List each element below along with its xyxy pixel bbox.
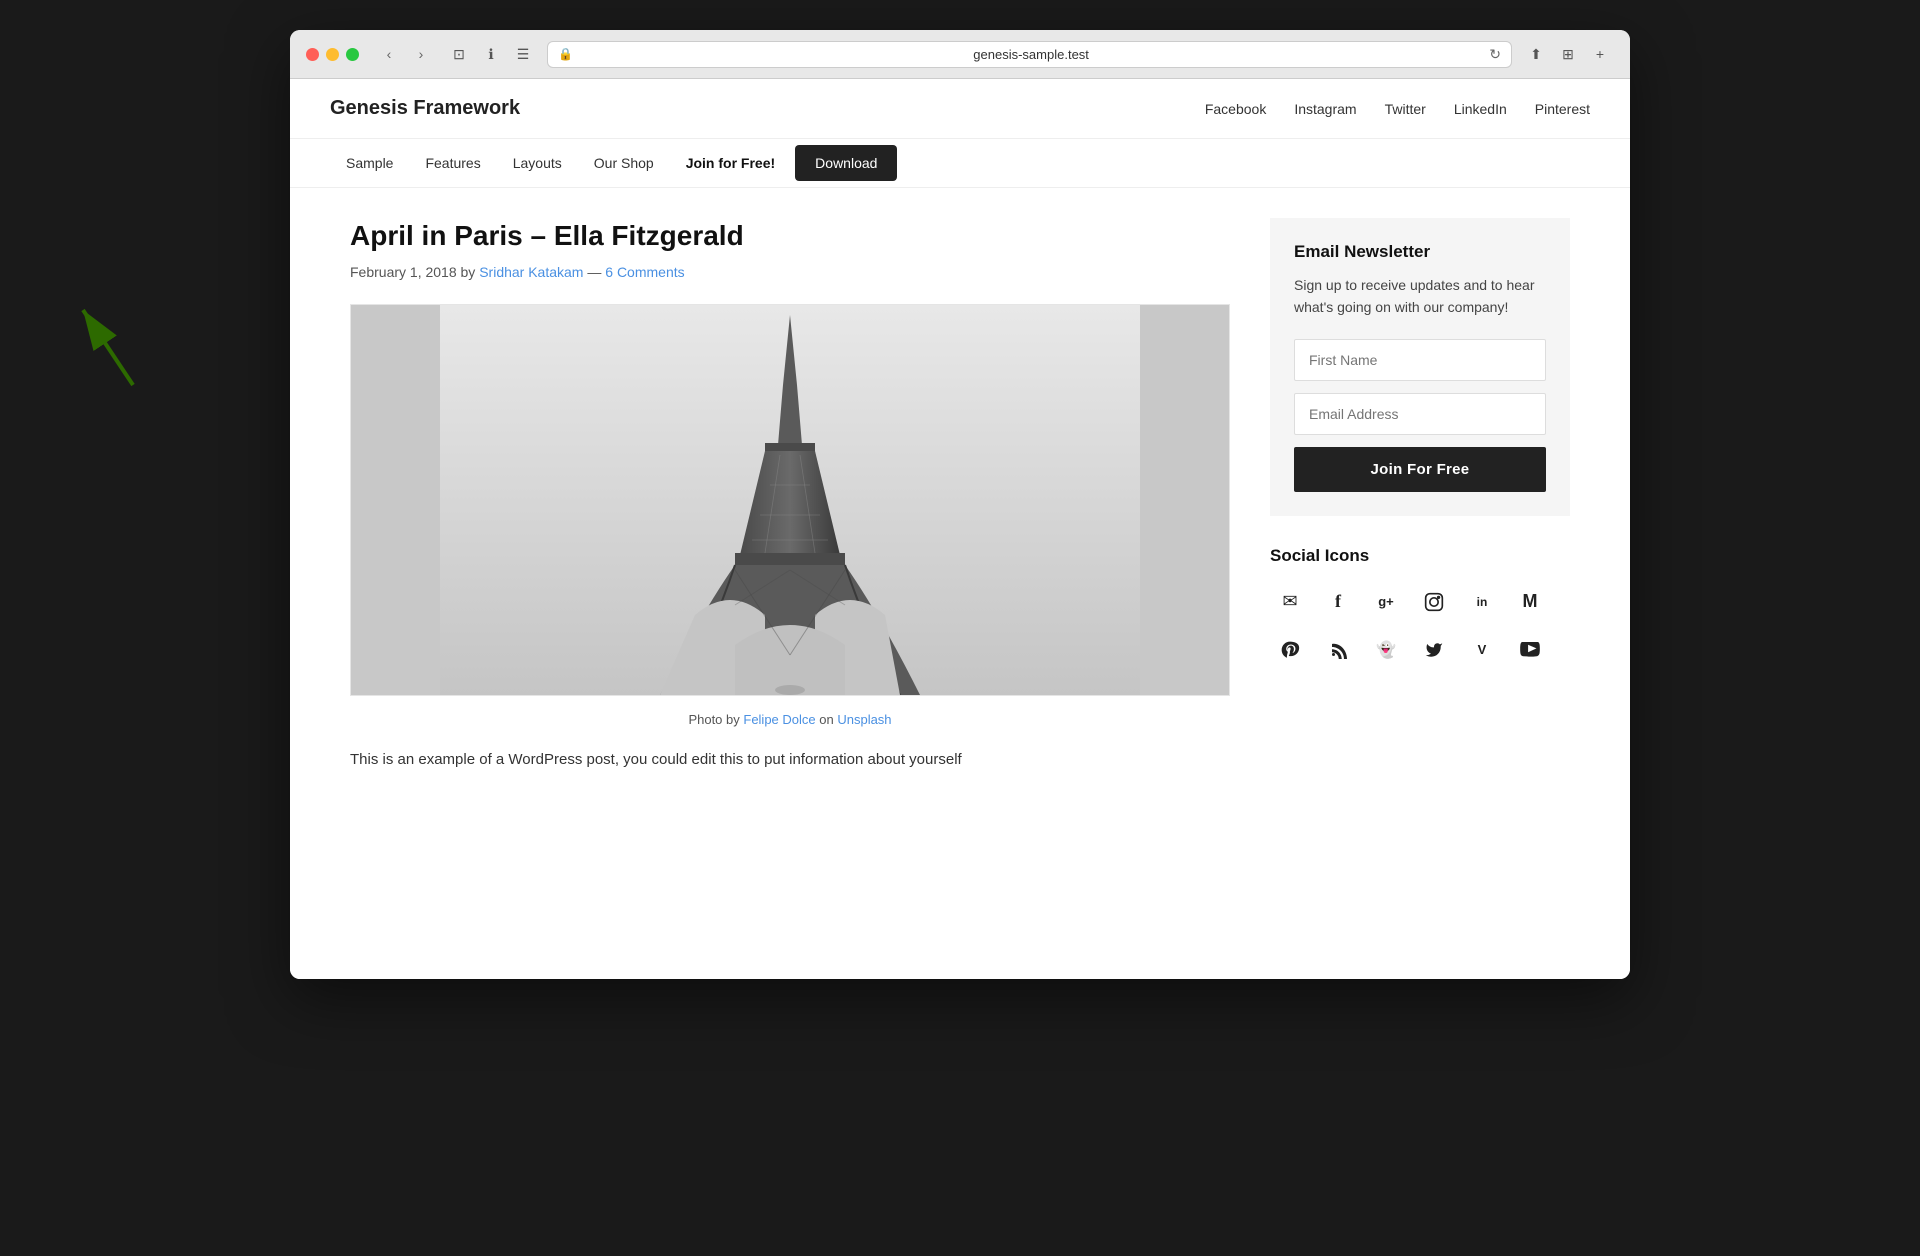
photo-caption-prefix: Photo by — [688, 712, 743, 727]
join-free-button[interactable]: Join For Free — [1294, 447, 1546, 492]
vimeo-social-icon[interactable]: V — [1462, 630, 1502, 670]
minimize-button[interactable] — [326, 48, 339, 61]
fullscreen-button[interactable] — [346, 48, 359, 61]
rss-social-icon[interactable] — [1318, 630, 1358, 670]
facebook-header-link[interactable]: Facebook — [1205, 101, 1266, 117]
main-wrapper: April in Paris – Ella Fitzgerald Februar… — [310, 188, 1610, 803]
primary-nav: Sample Features Layouts Our Shop Join fo… — [290, 139, 1630, 188]
download-nav-button[interactable]: Download — [795, 145, 897, 181]
unsplash-link[interactable]: Unsplash — [837, 712, 891, 727]
layouts-nav-link[interactable]: Layouts — [497, 139, 578, 187]
close-button[interactable] — [306, 48, 319, 61]
refresh-button[interactable]: ↻ — [1489, 46, 1501, 63]
share-button[interactable]: ⬆ — [1522, 40, 1550, 68]
email-input[interactable] — [1294, 393, 1546, 435]
newsletter-description: Sign up to receive updates and to hear w… — [1294, 274, 1546, 319]
reader-view-button[interactable]: ⊡ — [445, 40, 473, 68]
email-social-icon[interactable]: ✉ — [1270, 582, 1310, 622]
lock-icon: 🔒 — [558, 47, 573, 61]
main-content: April in Paris – Ella Fitzgerald Februar… — [350, 218, 1230, 773]
social-icons-row-1: ✉ f g+ in M — [1270, 582, 1570, 622]
photographer-link[interactable]: Felipe Dolce — [743, 712, 815, 727]
twitter-header-link[interactable]: Twitter — [1385, 101, 1426, 117]
browser-titlebar: ‹ › ⊡ ℹ ☰ 🔒 genesis-sample.test ↻ ⬆ ⊞ + — [290, 30, 1630, 79]
twitter-social-icon[interactable] — [1414, 630, 1454, 670]
site-content: Genesis Framework Facebook Instagram Twi… — [290, 79, 1630, 979]
first-name-input[interactable] — [1294, 339, 1546, 381]
linkedin-social-icon[interactable]: in — [1462, 582, 1502, 622]
post-separator: — — [587, 264, 605, 280]
instagram-header-link[interactable]: Instagram — [1294, 101, 1356, 117]
back-button[interactable]: ‹ — [375, 40, 403, 68]
arrow-annotation — [68, 295, 148, 400]
social-widget: Social Icons ✉ f g+ — [1270, 546, 1570, 670]
pinterest-social-icon[interactable] — [1270, 630, 1310, 670]
site-title: Genesis Framework — [330, 97, 520, 120]
newsletter-widget: Email Newsletter Sign up to receive upda… — [1270, 218, 1570, 516]
post-author-link[interactable]: Sridhar Katakam — [479, 264, 583, 280]
post-date: February 1, 2018 — [350, 264, 461, 280]
our-shop-nav-link[interactable]: Our Shop — [578, 139, 670, 187]
post-author-by: by — [461, 264, 480, 280]
features-nav-link[interactable]: Features — [409, 139, 496, 187]
nav-buttons: ‹ › — [375, 40, 435, 68]
info-button[interactable]: ℹ — [477, 40, 505, 68]
post-image-container — [350, 304, 1230, 696]
toolbar-icons: ⊡ ℹ ☰ — [445, 40, 537, 68]
forward-button[interactable]: › — [407, 40, 435, 68]
instagram-social-icon[interactable] — [1414, 582, 1454, 622]
medium-social-icon[interactable]: M — [1510, 582, 1550, 622]
join-free-nav-link[interactable]: Join for Free! — [670, 139, 791, 187]
post-excerpt: This is an example of a WordPress post, … — [350, 747, 1230, 773]
youtube-social-icon[interactable] — [1510, 630, 1550, 670]
tab-overview-button[interactable]: ⊞ — [1554, 40, 1582, 68]
social-widget-title: Social Icons — [1270, 546, 1570, 566]
linkedin-header-link[interactable]: LinkedIn — [1454, 101, 1507, 117]
sample-nav-link[interactable]: Sample — [330, 139, 409, 187]
newsletter-widget-title: Email Newsletter — [1294, 242, 1546, 262]
social-icons-grid: ✉ f g+ in M — [1270, 582, 1570, 670]
post-title: April in Paris – Ella Fitzgerald — [350, 218, 1230, 254]
browser-actions: ⬆ ⊞ + — [1522, 40, 1614, 68]
facebook-social-icon[interactable]: f — [1318, 582, 1358, 622]
photo-on: on — [819, 712, 837, 727]
address-text: genesis-sample.test — [579, 47, 1483, 62]
google-plus-social-icon[interactable]: g+ — [1366, 582, 1406, 622]
photo-caption: Photo by Felipe Dolce on Unsplash — [350, 712, 1230, 727]
eiffel-tower-image — [351, 305, 1229, 695]
browser-window: ‹ › ⊡ ℹ ☰ 🔒 genesis-sample.test ↻ ⬆ ⊞ + … — [290, 30, 1630, 979]
post-comments-link[interactable]: 6 Comments — [605, 264, 684, 280]
post-meta: February 1, 2018 by Sridhar Katakam — 6 … — [350, 264, 1230, 280]
sidebar: Email Newsletter Sign up to receive upda… — [1270, 218, 1570, 773]
snapchat-social-icon[interactable]: 👻 — [1366, 630, 1406, 670]
social-icons-row-2: 👻 V — [1270, 630, 1570, 670]
header-nav: Facebook Instagram Twitter LinkedIn Pint… — [1205, 101, 1590, 117]
site-header: Genesis Framework Facebook Instagram Twi… — [290, 79, 1630, 139]
traffic-lights — [306, 48, 359, 61]
address-bar[interactable]: 🔒 genesis-sample.test ↻ — [547, 41, 1512, 68]
new-tab-button[interactable]: + — [1586, 40, 1614, 68]
pinterest-header-link[interactable]: Pinterest — [1535, 101, 1590, 117]
list-view-button[interactable]: ☰ — [509, 40, 537, 68]
